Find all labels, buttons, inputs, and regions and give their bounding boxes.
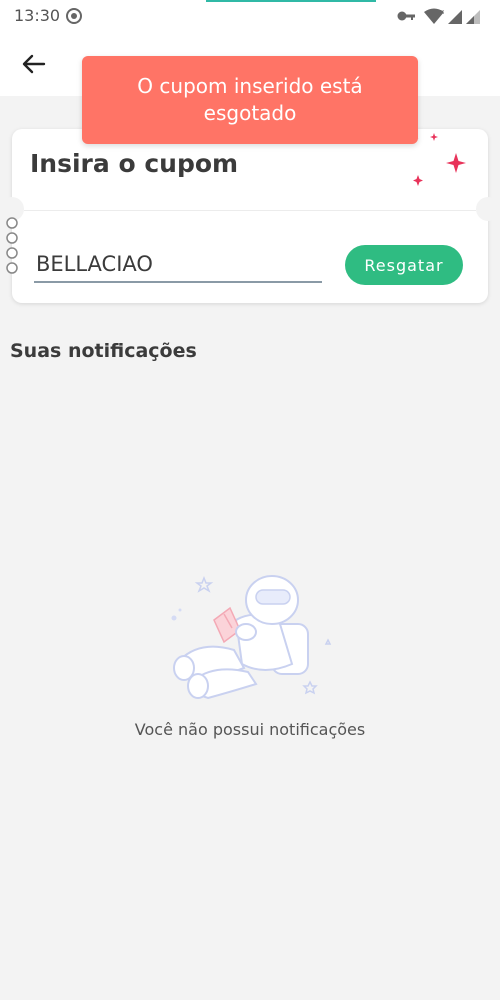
back-button[interactable] xyxy=(16,46,52,82)
ticket-divider xyxy=(24,210,476,211)
key-icon xyxy=(397,11,415,21)
empty-notifications-message: Você não possui notificações xyxy=(134,720,366,739)
ticket-notch-right xyxy=(476,197,500,221)
status-bar: 13:30 x xyxy=(0,0,500,32)
coupon-input[interactable] xyxy=(34,247,322,283)
notifications-title: Suas notificações xyxy=(10,340,197,362)
redeem-button[interactable]: Resgatar xyxy=(345,245,463,285)
toast-message: O cupom inserido está esgotado xyxy=(137,74,363,125)
loading-line xyxy=(206,0,376,2)
error-toast: O cupom inserido está esgotado xyxy=(82,56,418,144)
sparkles-icon xyxy=(410,133,466,186)
svg-text:x: x xyxy=(440,8,444,16)
astronaut-reading-illustration xyxy=(171,575,332,700)
wifi-icon: x xyxy=(424,8,444,24)
status-icons: x xyxy=(396,6,488,26)
status-time: 13:30 xyxy=(14,6,61,25)
signal-icon xyxy=(448,10,480,24)
coupon-title: Insira o cupom xyxy=(30,149,239,178)
radio-icon xyxy=(66,8,82,24)
coupon-card: Insira o cupom Resgatar xyxy=(0,129,500,303)
binder-rings-icon xyxy=(6,217,18,274)
arrow-left-icon xyxy=(22,54,46,74)
